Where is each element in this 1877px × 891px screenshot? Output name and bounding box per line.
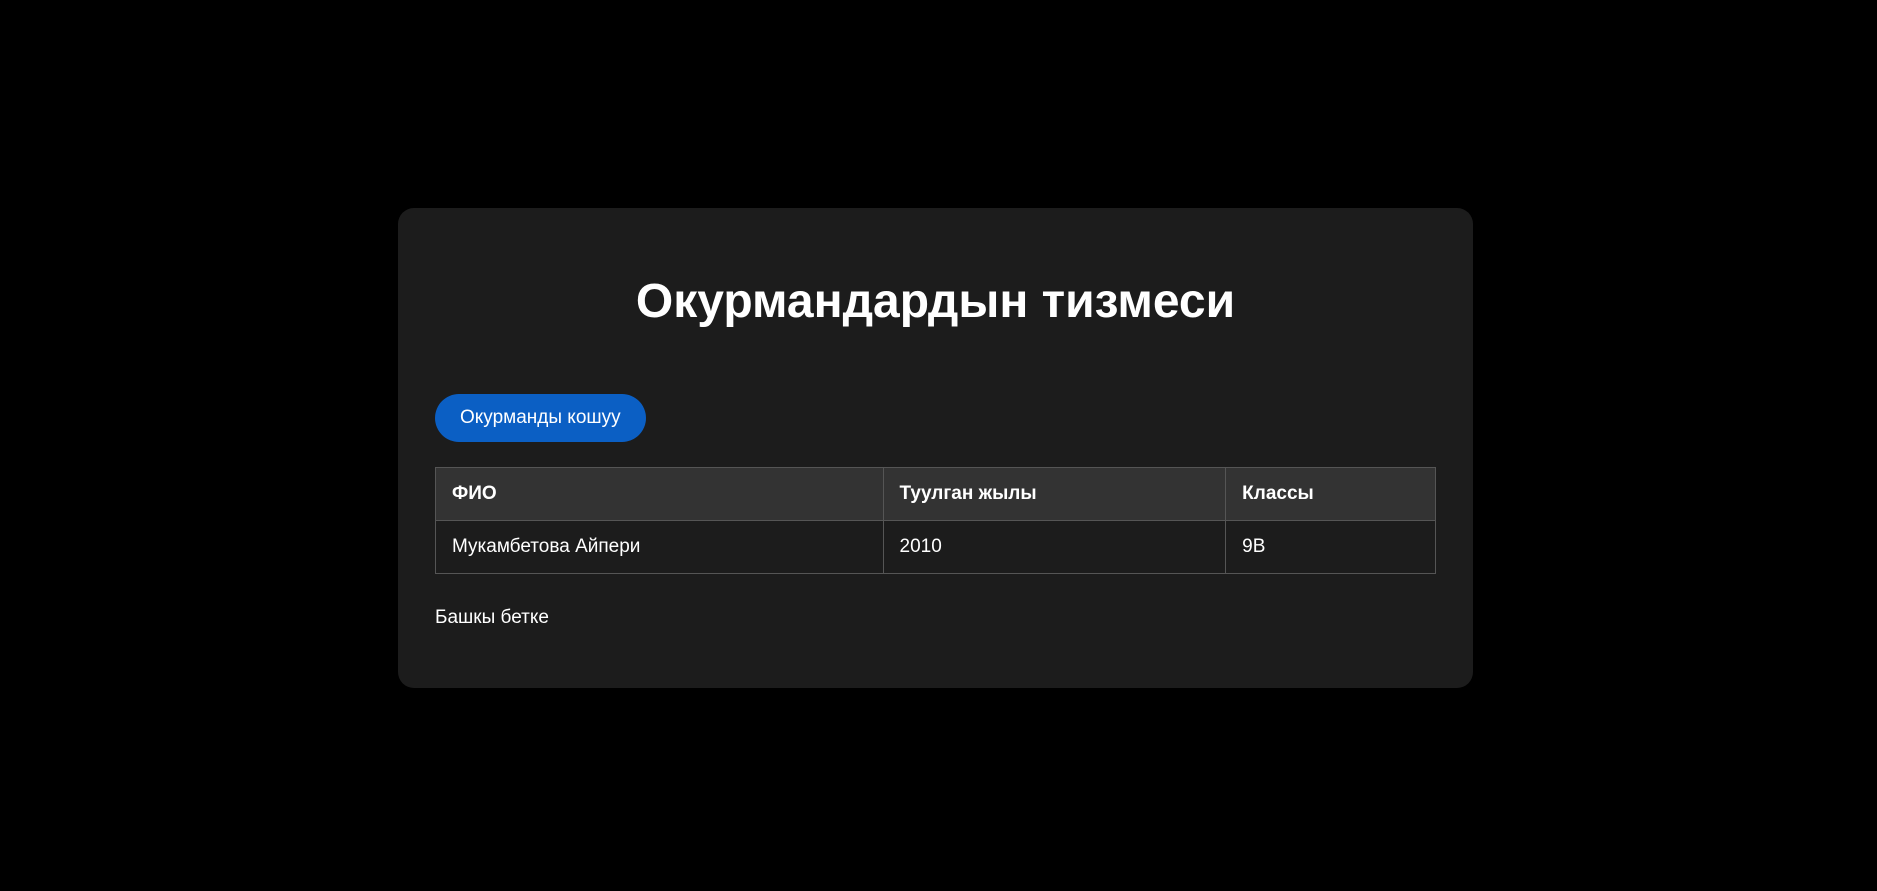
cell-name: Мукамбетова Айпери	[435, 520, 884, 574]
cell-birth-year: 2010	[882, 520, 1227, 574]
column-header-class: Классы	[1225, 467, 1436, 521]
readers-card: Окурмандардын тизмеси Окурманды кошуу ФИ…	[398, 208, 1473, 688]
readers-table: ФИО Туулган жылы Классы Мукамбетова Айпе…	[435, 467, 1436, 574]
table-row: Мукамбетова Айпери 2010 9В	[435, 520, 1436, 574]
cell-class: 9В	[1225, 520, 1436, 574]
column-header-name: ФИО	[435, 467, 884, 521]
page-title: Окурмандардын тизмеси	[635, 275, 1236, 328]
table-header-row: ФИО Туулган жылы Классы	[435, 467, 1436, 521]
home-link[interactable]: Башкы бетке	[435, 606, 549, 630]
column-header-birth-year: Туулган жылы	[882, 467, 1227, 521]
add-reader-button[interactable]: Окурманды кошуу	[435, 394, 646, 442]
